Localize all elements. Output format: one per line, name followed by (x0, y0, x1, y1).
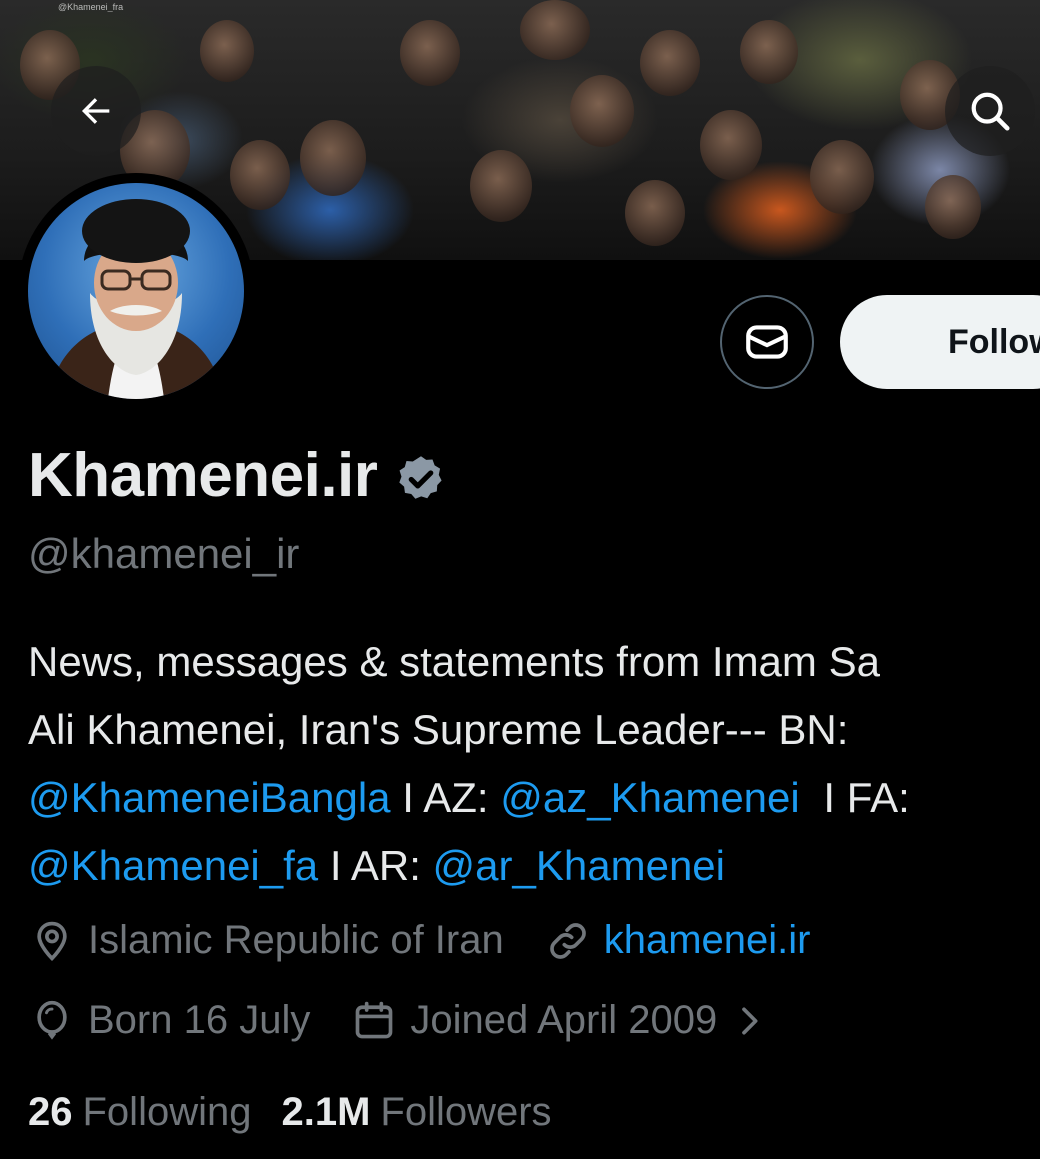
message-button[interactable] (720, 295, 814, 389)
followers-count: 2.1M (281, 1090, 371, 1134)
profile-avatar[interactable] (18, 173, 254, 409)
arrow-left-icon (81, 98, 110, 124)
following-label: Following (82, 1090, 252, 1134)
followers-label: Followers (380, 1090, 552, 1134)
birthday-text: Born 16 July (88, 998, 311, 1042)
calendar-icon (356, 1001, 393, 1038)
location-text: Islamic Republic of Iran (88, 918, 504, 962)
bio-separator-ar: I AR: (318, 842, 433, 889)
mention-khamenei-fa[interactable]: @Khamenei_fa (28, 842, 318, 889)
search-icon (971, 92, 1010, 131)
avatar-image (28, 183, 244, 399)
user-handle: @khamenei_ir (28, 530, 300, 577)
birthday-item: Born 16 July (30, 998, 310, 1043)
balloon-icon (37, 1000, 67, 1040)
mention-ar-khamenei[interactable]: @ar_Khamenei (433, 842, 725, 889)
bio-line-1: News, messages & statements from Imam Sa (28, 638, 880, 685)
follow-stats: 26 Following 2.1M Followers (28, 1090, 582, 1135)
search-button[interactable] (945, 66, 1035, 156)
follow-button[interactable]: Follow (840, 295, 1040, 389)
back-button[interactable] (51, 66, 141, 156)
location-pin-icon (37, 921, 67, 961)
bio-separator-az: I AZ: (390, 774, 501, 821)
bio-separator-fa: I FA: (811, 774, 910, 821)
verified-badge-icon[interactable] (395, 453, 447, 505)
display-name: Khamenei.ir (28, 441, 378, 510)
chevron-right-icon (742, 1007, 758, 1034)
profile-bio: News, messages & statements from Imam Sa… (28, 628, 1040, 900)
bio-line-2: Ali Khamenei, Iran's Supreme Leader--- B… (28, 706, 849, 753)
joined-text: Joined April 2009 (410, 998, 718, 1042)
profile-meta-row-1: Islamic Republic of Iran khamenei.ir (30, 918, 853, 963)
location-item: Islamic Republic of Iran (30, 918, 504, 963)
name-row: Khamenei.ir (28, 440, 447, 511)
joined-item[interactable]: Joined April 2009 (352, 998, 783, 1043)
followers-stat[interactable]: 2.1M Followers (281, 1090, 551, 1135)
following-stat[interactable]: 26 Following (28, 1090, 251, 1135)
bio-line-4: @Khamenei_fa I AR: @ar_Khamenei (28, 832, 1040, 900)
website-item[interactable]: khamenei.ir (546, 918, 811, 963)
website-link[interactable]: khamenei.ir (604, 918, 811, 963)
mention-khamenei-bangla[interactable]: @KhameneiBangla (28, 774, 391, 821)
profile-meta-row-2: Born 16 July Joined April 2009 (30, 998, 825, 1043)
bio-line-3: @KhameneiBangla I AZ: @az_Khamenei I FA: (28, 764, 1040, 832)
mail-icon (746, 325, 788, 359)
following-count: 26 (28, 1090, 73, 1134)
mention-az-khamenei[interactable]: @az_Khamenei (500, 774, 799, 821)
link-icon (549, 922, 586, 959)
banner-watermark: @Khamenei_fra (58, 2, 124, 12)
